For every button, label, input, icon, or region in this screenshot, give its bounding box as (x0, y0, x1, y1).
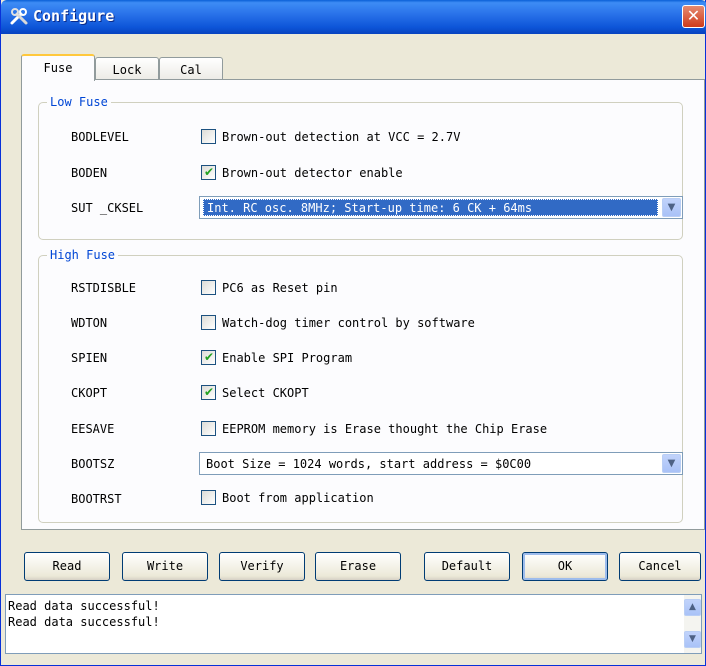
log-line: Read data successful! (8, 599, 160, 613)
bootsz-dropdown[interactable]: Boot Size = 1024 words, start address = … (199, 452, 683, 475)
high-fuse-group: High Fuse RSTDISBLE PC6 as Reset pin WDT… (38, 248, 683, 523)
scroll-up-icon[interactable]: ▲ (684, 599, 701, 616)
status-log[interactable]: Read data successful! Read data successf… (5, 594, 702, 654)
sut-cksel-label: SUT _CKSEL (71, 201, 144, 215)
low-fuse-legend: Low Fuse (47, 95, 111, 109)
check-icon: ✔ (204, 165, 215, 179)
window-title: Configure (33, 7, 115, 25)
bootrst-description[interactable]: Boot from application (222, 491, 374, 505)
scroll-down-icon[interactable]: ▼ (684, 631, 701, 648)
ckopt-label: CKOPT (71, 386, 108, 400)
rstdisble-description[interactable]: PC6 as Reset pin (222, 281, 338, 295)
bodlevel-label: BODLEVEL (71, 130, 129, 144)
eesave-description[interactable]: EEPROM memory is Erase thought the Chip … (222, 422, 547, 436)
erase-button[interactable]: Erase (315, 552, 401, 581)
ok-button[interactable]: OK (522, 552, 608, 581)
cancel-button[interactable]: Cancel (619, 552, 701, 581)
chevron-down-icon[interactable]: ▼ (662, 454, 681, 473)
default-button[interactable]: Default (424, 552, 510, 581)
high-fuse-legend: High Fuse (47, 248, 119, 262)
spien-label: SPIEN (71, 351, 108, 365)
button-bar: Read Write Verify Erase Default OK Cance… (1, 552, 706, 582)
wdton-checkbox[interactable] (201, 315, 216, 330)
close-button[interactable]: ✕ (682, 5, 705, 28)
tab-cal-label: Cal (180, 63, 202, 77)
ckopt-description[interactable]: Select CKOPT (222, 386, 309, 400)
rstdisble-checkbox[interactable] (201, 280, 216, 295)
write-button[interactable]: Write (122, 552, 208, 581)
eesave-label: EESAVE (71, 422, 115, 436)
tab-lock[interactable]: Lock (95, 57, 159, 80)
title-bar[interactable]: Configure ✕ (1, 0, 706, 34)
bodlevel-description[interactable]: Brown-out detection at VCC = 2.7V (222, 130, 460, 144)
check-icon: ✔ (204, 350, 215, 364)
sut-cksel-dropdown[interactable]: Int. RC osc. 8MHz; Start-up time: 6 CK +… (199, 196, 683, 219)
eesave-checkbox[interactable] (201, 421, 216, 436)
tab-cal[interactable]: Cal (159, 57, 223, 80)
low-fuse-group: Low Fuse BODLEVEL Brown-out detection at… (38, 95, 683, 240)
log-scrollbar[interactable]: ▲ ▼ (684, 595, 701, 653)
spien-checkbox[interactable]: ✔ (201, 350, 216, 365)
ckopt-checkbox[interactable]: ✔ (201, 385, 216, 400)
tab-fuse-label: Fuse (43, 61, 73, 75)
boden-checkbox[interactable]: ✔ (201, 165, 216, 180)
boden-description[interactable]: Brown-out detector enable (222, 166, 403, 180)
bootrst-label: BOOTRST (71, 492, 122, 506)
selection-highlight: Int. RC osc. 8MHz; Start-up time: 6 CK +… (203, 199, 658, 216)
close-icon: ✕ (686, 6, 701, 25)
verify-button[interactable]: Verify (219, 552, 305, 581)
boden-label: BODEN (71, 166, 108, 180)
spien-description[interactable]: Enable SPI Program (222, 351, 352, 365)
chevron-down-icon[interactable]: ▼ (662, 198, 681, 217)
wdton-description[interactable]: Watch-dog timer control by software (222, 316, 475, 330)
fuse-tab-panel: Low Fuse BODLEVEL Brown-out detection at… (21, 79, 705, 530)
tab-fuse[interactable]: Fuse (21, 54, 95, 81)
read-button[interactable]: Read (24, 552, 110, 581)
bootrst-checkbox[interactable] (201, 490, 216, 505)
bootsz-label: BOOTSZ (71, 457, 115, 471)
wdton-label: WDTON (71, 316, 108, 330)
tab-lock-label: Lock (112, 63, 142, 77)
rstdisble-label: RSTDISBLE (71, 281, 137, 295)
bootsz-value: Boot Size = 1024 words, start address = … (206, 457, 532, 471)
tools-icon (10, 8, 28, 25)
configure-window: Configure ✕ Fuse Lock Cal Low Fuse BODLE… (0, 0, 706, 666)
log-line: Read data successful! (8, 615, 160, 629)
sut-cksel-value: Int. RC osc. 8MHz; Start-up time: 6 CK +… (207, 201, 533, 215)
check-icon: ✔ (204, 385, 215, 399)
bodlevel-checkbox[interactable] (201, 129, 216, 144)
